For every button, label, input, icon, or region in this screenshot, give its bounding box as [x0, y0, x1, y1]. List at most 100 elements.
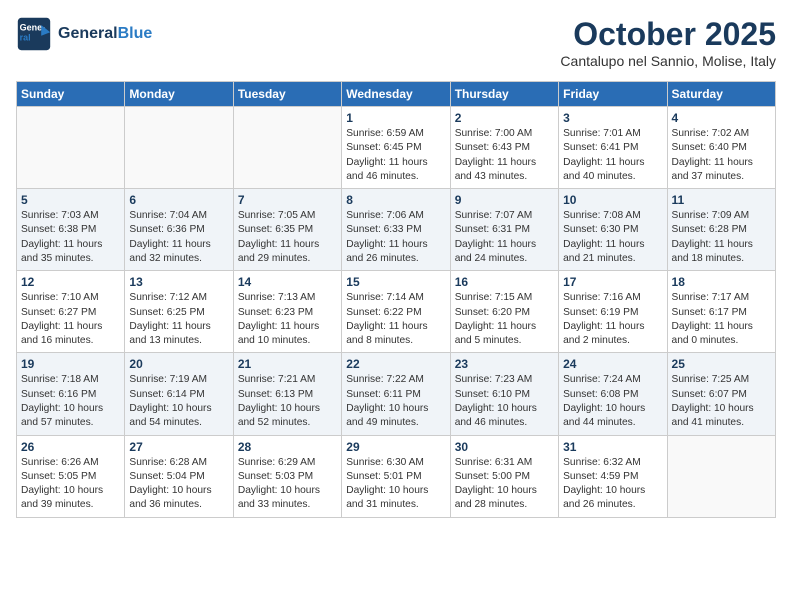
calendar-cell: 8Sunrise: 7:06 AM Sunset: 6:33 PM Daylig…: [342, 189, 450, 271]
calendar-cell: 9 Sunrise: 7:07 AM Sunset: 6:31 PM Daylig…: [450, 189, 558, 271]
calendar-table: SundayMondayTuesdayWednesdayThursdayFrid…: [16, 81, 776, 518]
calendar-cell: 27 Sunrise: 6:28 AM Sunset: 5:04 PM Dayli…: [125, 435, 233, 517]
day-detail: Sunrise: 7:23 AM Sunset: 6:10 PM Dayligh…: [455, 373, 554, 430]
day-number: 12: [21, 275, 120, 289]
day-number: 14: [238, 275, 337, 289]
day-number: 27: [129, 440, 228, 454]
weekday-header-monday: Monday: [125, 82, 233, 107]
day-number: 2: [455, 111, 554, 125]
day-detail: Sunrise: 7:03 AM Sunset: 6:38 PM Dayligh…: [21, 209, 120, 266]
logo-text: GeneralBlue: [58, 24, 152, 43]
day-number: 19: [21, 357, 120, 371]
calendar-week-row: 19 Sunrise: 7:18 AM Sunset: 6:16 PM Dayli…: [17, 353, 776, 435]
day-number: 26: [21, 440, 120, 454]
day-number: 9: [455, 193, 554, 207]
day-number: 4: [672, 111, 771, 125]
day-number: 18: [672, 275, 771, 289]
calendar-cell: 17Sunrise: 7:16 AM Sunset: 6:19 PM Dayli…: [559, 271, 667, 353]
weekday-header-thursday: Thursday: [450, 82, 558, 107]
calendar-cell: 22Sunrise: 7:22 AM Sunset: 6:11 PM Dayli…: [342, 353, 450, 435]
day-detail: Sunrise: 7:08 AM Sunset: 6:30 PM Dayligh…: [563, 209, 662, 266]
day-number: 25: [672, 357, 771, 371]
day-detail: Sunrise: 7:15 AM Sunset: 6:20 PM Dayligh…: [455, 291, 554, 348]
weekday-header-tuesday: Tuesday: [233, 82, 341, 107]
calendar-cell: 29 Sunrise: 6:30 AM Sunset: 5:01 PM Dayli…: [342, 435, 450, 517]
day-detail: Sunrise: 7:12 AM Sunset: 6:25 PM Dayligh…: [129, 291, 228, 348]
day-detail: Sunrise: 6:59 AM Sunset: 6:45 PM Dayligh…: [346, 127, 445, 184]
title-block: October 2025 Cantalupo nel Sannio, Molis…: [560, 16, 776, 69]
calendar-cell: 5 Sunrise: 7:03 AM Sunset: 6:38 PM Daylig…: [17, 189, 125, 271]
calendar-cell: 25 Sunrise: 7:25 AM Sunset: 6:07 PM Dayli…: [667, 353, 775, 435]
calendar-cell: 10Sunrise: 7:08 AM Sunset: 6:30 PM Dayli…: [559, 189, 667, 271]
day-number: 13: [129, 275, 228, 289]
day-number: 23: [455, 357, 554, 371]
day-detail: Sunrise: 7:02 AM Sunset: 6:40 PM Dayligh…: [672, 127, 771, 184]
calendar-cell: 18 Sunrise: 7:17 AM Sunset: 6:17 PM Dayli…: [667, 271, 775, 353]
day-detail: Sunrise: 7:05 AM Sunset: 6:35 PM Dayligh…: [238, 209, 337, 266]
weekday-header-row: SundayMondayTuesdayWednesdayThursdayFrid…: [17, 82, 776, 107]
calendar-cell: 31 Sunrise: 6:32 AM Sunset: 4:59 PM Dayli…: [559, 435, 667, 517]
weekday-header-saturday: Saturday: [667, 82, 775, 107]
calendar-week-row: 1Sunrise: 6:59 AM Sunset: 6:45 PM Daylig…: [17, 107, 776, 189]
day-detail: Sunrise: 7:25 AM Sunset: 6:07 PM Dayligh…: [672, 373, 771, 430]
day-detail: Sunrise: 7:18 AM Sunset: 6:16 PM Dayligh…: [21, 373, 120, 430]
logo: Gene- ral GeneralBlue: [16, 16, 152, 52]
calendar-cell: 26 Sunrise: 6:26 AM Sunset: 5:05 PM Dayli…: [17, 435, 125, 517]
day-detail: Sunrise: 6:26 AM Sunset: 5:05 PM Dayligh…: [21, 456, 120, 513]
day-detail: Sunrise: 7:10 AM Sunset: 6:27 PM Dayligh…: [21, 291, 120, 348]
calendar-cell: 1Sunrise: 6:59 AM Sunset: 6:45 PM Daylig…: [342, 107, 450, 189]
month-title: October 2025: [560, 16, 776, 53]
calendar-cell: 7 Sunrise: 7:05 AM Sunset: 6:35 PM Daylig…: [233, 189, 341, 271]
day-number: 22: [346, 357, 445, 371]
calendar-cell: 24Sunrise: 7:24 AM Sunset: 6:08 PM Dayli…: [559, 353, 667, 435]
weekday-header-friday: Friday: [559, 82, 667, 107]
day-detail: Sunrise: 7:07 AM Sunset: 6:31 PM Dayligh…: [455, 209, 554, 266]
weekday-header-wednesday: Wednesday: [342, 82, 450, 107]
calendar-week-row: 26 Sunrise: 6:26 AM Sunset: 5:05 PM Dayli…: [17, 435, 776, 517]
calendar-cell: 23 Sunrise: 7:23 AM Sunset: 6:10 PM Dayli…: [450, 353, 558, 435]
day-number: 16: [455, 275, 554, 289]
day-number: 29: [346, 440, 445, 454]
day-number: 24: [563, 357, 662, 371]
weekday-header-sunday: Sunday: [17, 82, 125, 107]
calendar-cell: [17, 107, 125, 189]
day-number: 28: [238, 440, 337, 454]
calendar-cell: [233, 107, 341, 189]
location-subtitle: Cantalupo nel Sannio, Molise, Italy: [560, 53, 776, 69]
day-number: 30: [455, 440, 554, 454]
logo-icon: Gene- ral: [16, 16, 52, 52]
day-detail: Sunrise: 7:00 AM Sunset: 6:43 PM Dayligh…: [455, 127, 554, 184]
calendar-cell: [667, 435, 775, 517]
day-detail: Sunrise: 7:17 AM Sunset: 6:17 PM Dayligh…: [672, 291, 771, 348]
calendar-cell: 3Sunrise: 7:01 AM Sunset: 6:41 PM Daylig…: [559, 107, 667, 189]
day-number: 5: [21, 193, 120, 207]
svg-text:ral: ral: [20, 32, 31, 42]
calendar-cell: 16 Sunrise: 7:15 AM Sunset: 6:20 PM Dayli…: [450, 271, 558, 353]
calendar-cell: 19 Sunrise: 7:18 AM Sunset: 6:16 PM Dayli…: [17, 353, 125, 435]
day-number: 31: [563, 440, 662, 454]
calendar-cell: 13 Sunrise: 7:12 AM Sunset: 6:25 PM Dayli…: [125, 271, 233, 353]
day-number: 11: [672, 193, 771, 207]
calendar-week-row: 5 Sunrise: 7:03 AM Sunset: 6:38 PM Daylig…: [17, 189, 776, 271]
calendar-cell: 4 Sunrise: 7:02 AM Sunset: 6:40 PM Daylig…: [667, 107, 775, 189]
calendar-cell: 21Sunrise: 7:21 AM Sunset: 6:13 PM Dayli…: [233, 353, 341, 435]
day-detail: Sunrise: 7:14 AM Sunset: 6:22 PM Dayligh…: [346, 291, 445, 348]
calendar-cell: 14 Sunrise: 7:13 AM Sunset: 6:23 PM Dayli…: [233, 271, 341, 353]
calendar-cell: 30Sunrise: 6:31 AM Sunset: 5:00 PM Dayli…: [450, 435, 558, 517]
day-number: 8: [346, 193, 445, 207]
day-detail: Sunrise: 7:13 AM Sunset: 6:23 PM Dayligh…: [238, 291, 337, 348]
day-number: 20: [129, 357, 228, 371]
day-number: 3: [563, 111, 662, 125]
day-detail: Sunrise: 7:04 AM Sunset: 6:36 PM Dayligh…: [129, 209, 228, 266]
calendar-cell: 12 Sunrise: 7:10 AM Sunset: 6:27 PM Dayli…: [17, 271, 125, 353]
calendar-cell: 15Sunrise: 7:14 AM Sunset: 6:22 PM Dayli…: [342, 271, 450, 353]
calendar-cell: 28Sunrise: 6:29 AM Sunset: 5:03 PM Dayli…: [233, 435, 341, 517]
day-detail: Sunrise: 6:28 AM Sunset: 5:04 PM Dayligh…: [129, 456, 228, 513]
day-number: 7: [238, 193, 337, 207]
day-number: 21: [238, 357, 337, 371]
day-detail: Sunrise: 7:16 AM Sunset: 6:19 PM Dayligh…: [563, 291, 662, 348]
day-detail: Sunrise: 6:32 AM Sunset: 4:59 PM Dayligh…: [563, 456, 662, 513]
day-detail: Sunrise: 7:19 AM Sunset: 6:14 PM Dayligh…: [129, 373, 228, 430]
day-number: 6: [129, 193, 228, 207]
day-detail: Sunrise: 6:30 AM Sunset: 5:01 PM Dayligh…: [346, 456, 445, 513]
